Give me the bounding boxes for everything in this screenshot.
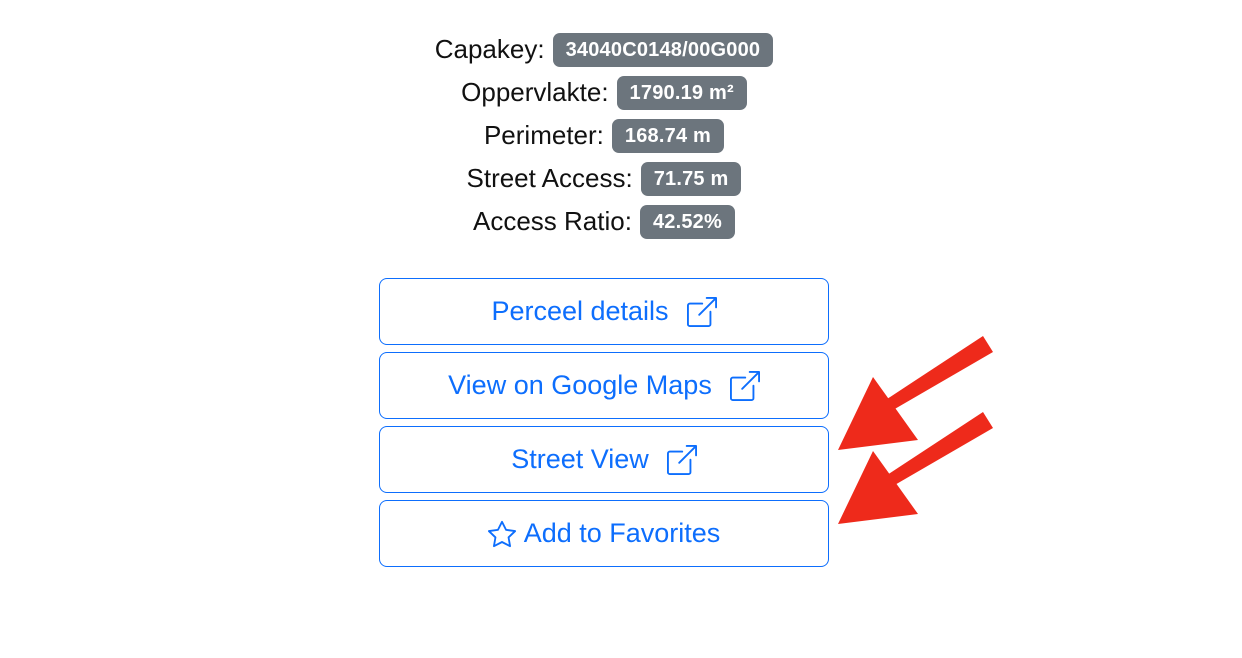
perimeter-badge: 168.74 m xyxy=(611,118,725,153)
info-row-perimeter: Perimeter: 168.74 m xyxy=(483,114,725,157)
add-to-favorites-button[interactable]: Add to Favorites xyxy=(379,500,829,567)
action-buttons: Perceel details View on Google Maps Stre… xyxy=(379,278,829,574)
external-link-icon xyxy=(729,370,760,401)
perceel-details-label: Perceel details xyxy=(491,296,669,326)
street-view-label: Street View xyxy=(511,444,649,474)
capakey-badge: 34040C0148/00G000 xyxy=(552,32,774,67)
access-ratio-badge: 42.52% xyxy=(639,204,735,239)
parcel-info: Capakey: 34040C0148/00G000 Oppervlakte: … xyxy=(0,28,1208,243)
external-link-icon xyxy=(686,296,717,327)
info-row-street-access: Street Access: 71.75 m xyxy=(467,157,742,200)
access-ratio-label: Access Ratio: xyxy=(473,206,632,236)
capakey-label: Capakey: xyxy=(434,34,545,64)
page: Capakey: 34040C0148/00G000 Oppervlakte: … xyxy=(0,0,1242,658)
perimeter-label: Perimeter: xyxy=(483,120,604,150)
info-row-access-ratio: Access Ratio: 42.52% xyxy=(473,200,735,243)
info-row-oppervlakte: Oppervlakte: 1790.19 m² xyxy=(461,71,747,114)
perceel-details-button[interactable]: Perceel details xyxy=(379,278,829,345)
street-access-badge: 71.75 m xyxy=(640,161,742,196)
google-maps-label: View on Google Maps xyxy=(448,370,712,400)
info-row-capakey: Capakey: 34040C0148/00G000 xyxy=(435,28,774,71)
add-to-favorites-label: Add to Favorites xyxy=(523,518,721,548)
star-icon xyxy=(487,520,516,548)
google-maps-button[interactable]: View on Google Maps xyxy=(379,352,829,419)
street-access-label: Street Access: xyxy=(466,163,633,193)
street-view-button[interactable]: Street View xyxy=(379,426,829,493)
oppervlakte-label: Oppervlakte: xyxy=(461,77,609,107)
arrow-pointing-add-to-favorites xyxy=(838,412,993,524)
arrow-pointing-street-view xyxy=(838,336,993,450)
oppervlakte-badge: 1790.19 m² xyxy=(616,75,747,110)
external-link-icon xyxy=(666,444,697,475)
